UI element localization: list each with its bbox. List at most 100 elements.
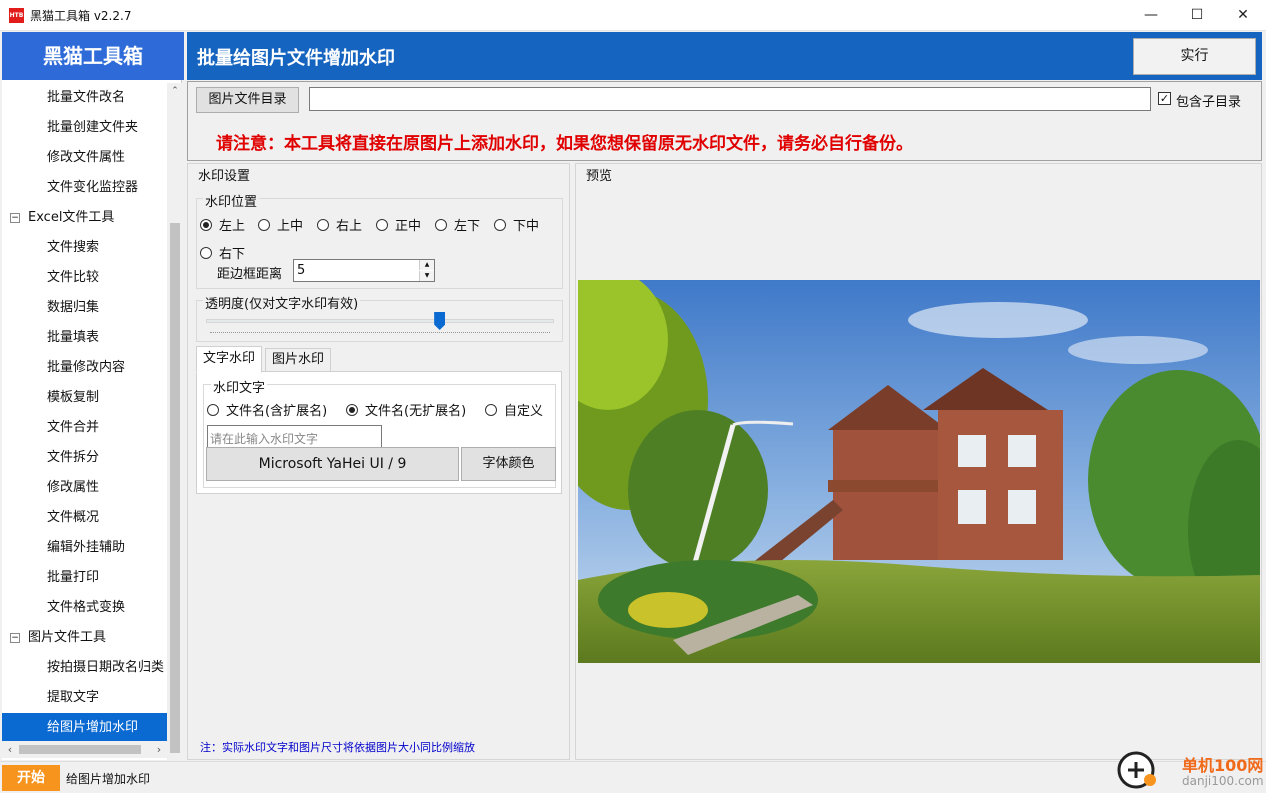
sidebar-item-label: 修改文件属性	[47, 150, 126, 165]
margin-value[interactable]: 5	[297, 263, 305, 278]
opacity-slider-track[interactable]	[206, 319, 554, 323]
radio-dot-icon[interactable]	[200, 219, 212, 231]
tab-image-watermark[interactable]: 图片水印	[265, 348, 332, 372]
opacity-title: 透明度(仅对文字水印有效)	[203, 293, 361, 312]
position-radio[interactable]: 左下	[435, 215, 480, 234]
sidebar-item-label: 文件格式变换	[47, 600, 126, 615]
text-source-label: 文件名(无扩展名)	[365, 404, 467, 419]
position-group-title: 水印位置	[203, 191, 260, 210]
sidebar-item[interactable]: 文件拆分	[2, 443, 167, 473]
spin-up-icon[interactable]: ▲	[419, 260, 434, 270]
radio-dot-icon[interactable]	[485, 404, 497, 416]
sidebar-item-label: 图片文件工具	[28, 630, 107, 645]
radio-dot-icon[interactable]	[435, 219, 447, 231]
sidebar-item[interactable]: 文件概况	[2, 503, 167, 533]
sidebar-item-label: 编辑外挂辅助	[47, 540, 126, 555]
run-button[interactable]: 实行	[1133, 38, 1256, 75]
hscroll-thumb[interactable]	[19, 745, 141, 754]
text-source-label: 自定义	[504, 404, 544, 419]
app-logo-icon: HTB	[9, 8, 24, 23]
radio-dot-icon[interactable]	[494, 219, 506, 231]
sidebar-item-label: 给图片增加水印	[47, 720, 139, 735]
scroll-thumb[interactable]	[170, 223, 180, 753]
scroll-left-icon[interactable]: ‹	[2, 741, 18, 758]
sidebar-item[interactable]: 批量打印	[2, 563, 167, 593]
tool-tree: 批量文件改名 批量创建文件夹修改文件属性 文件变化监控器 − Excel文件工具 文件搜索…	[2, 83, 167, 773]
scaling-note: 注：实际水印文字和图片尺寸将依据图片大小同比例缩放	[200, 741, 475, 754]
radio-dot-icon[interactable]	[346, 404, 358, 416]
sidebar-item-label: 批量填表	[47, 330, 100, 345]
radio-dot-icon[interactable]	[258, 219, 270, 231]
sidebar-item[interactable]: 修改文件属性	[2, 143, 167, 173]
radio-dot-icon[interactable]	[376, 219, 388, 231]
font-color-button[interactable]: 字体颜色	[461, 447, 556, 481]
sidebar-item[interactable]: 文件变化监控器	[2, 173, 167, 203]
directory-path-input[interactable]	[309, 87, 1151, 111]
sidebar-item[interactable]: 修改属性	[2, 473, 167, 503]
sidebar-item[interactable]: 给图片增加水印	[2, 713, 167, 743]
sidebar-item[interactable]: 批量创建文件夹	[2, 113, 167, 143]
position-radio[interactable]: 上中	[258, 215, 303, 234]
sidebar-item-label: 数据归集	[47, 300, 100, 315]
text-source-radio[interactable]: 自定义	[485, 400, 543, 419]
text-source-radio[interactable]: 文件名(无扩展名)	[346, 400, 466, 419]
position-radio[interactable]: 右上	[317, 215, 362, 234]
start-button[interactable]: 开始	[2, 765, 60, 791]
include-subdirs-checkbox[interactable]: ✓	[1158, 92, 1171, 105]
watermark-text-field[interactable]	[208, 426, 381, 448]
position-radio[interactable]: 右下	[200, 243, 245, 262]
sidebar-item[interactable]: 文件比较	[2, 263, 167, 293]
sidebar-item[interactable]: 编辑外挂辅助	[2, 533, 167, 563]
sidebar-item[interactable]: 文件搜索	[2, 233, 167, 263]
position-radio-label: 左上	[219, 219, 246, 234]
position-radio[interactable]: 正中	[376, 215, 421, 234]
sidebar-item[interactable]: 按拍摄日期改名归类	[2, 653, 167, 683]
sidebar-item[interactable]: 批量填表	[2, 323, 167, 353]
sidebar-item-label: 模板复制	[47, 390, 100, 405]
text-source-radio[interactable]: 文件名(含扩展名)	[207, 400, 327, 419]
tree-group[interactable]: − 图片文件工具	[2, 623, 167, 653]
sidebar-item-label: 文件合并	[47, 420, 100, 435]
spin-down-icon[interactable]: ▼	[419, 271, 434, 281]
tree-group[interactable]: − Excel文件工具	[2, 203, 167, 233]
tab-text-watermark[interactable]: 文字水印	[196, 346, 263, 373]
sidebar-item[interactable]: 文件格式变换	[2, 593, 167, 623]
maximize-button[interactable]: ☐	[1174, 0, 1220, 31]
opacity-slider-ticks	[210, 332, 550, 336]
collapse-icon[interactable]: −	[10, 213, 20, 223]
sidebar-item[interactable]: 提取文字	[2, 683, 167, 713]
collapse-icon[interactable]: −	[10, 633, 20, 643]
sidebar-item[interactable]: 批量文件改名	[2, 83, 167, 113]
image-directory-button[interactable]: 图片文件目录	[196, 87, 299, 113]
site-url: danji100.com	[1182, 774, 1264, 788]
sidebar: 黑猫工具箱 批量文件改名 批量创建文件夹修改文件属性 文件变化监控器 − Excel文件…	[2, 32, 184, 773]
radio-dot-icon[interactable]	[200, 247, 212, 259]
radio-dot-icon[interactable]	[317, 219, 329, 231]
close-button[interactable]: ✕	[1220, 0, 1266, 31]
scroll-right-icon[interactable]: ›	[151, 741, 167, 758]
watermark-text-title: 水印文字	[211, 377, 268, 396]
sidebar-item-label: 文件变化监控器	[47, 180, 139, 195]
position-radio-label: 上中	[277, 219, 304, 234]
radio-dot-icon[interactable]	[207, 404, 219, 416]
tree-horizontal-scrollbar[interactable]: ‹ ›	[2, 741, 167, 758]
font-button[interactable]: Microsoft YaHei UI / 9	[206, 447, 459, 481]
scroll-up-icon[interactable]: ⌃	[167, 86, 183, 96]
margin-spinner[interactable]: 5 ▲ ▼	[293, 259, 435, 282]
sidebar-item[interactable]: 批量修改内容	[2, 353, 167, 383]
position-radio[interactable]: 下中	[494, 215, 539, 234]
status-bar: 开始 给图片增加水印	[0, 761, 1266, 793]
settings-title: 水印设置	[196, 165, 253, 184]
minimize-button[interactable]: —	[1128, 0, 1174, 31]
text-watermark-page: 水印文字 文件名(含扩展名) 文件名(无扩展名) 自定义 Microsoft YaH…	[196, 371, 562, 494]
sidebar-item[interactable]: 文件合并	[2, 413, 167, 443]
watermark-settings-panel: 水印设置 水印位置 左上 上中 右上 正中 左下 下中 右下 距边框距离 5 ▲ ▼ 透明度…	[187, 163, 570, 760]
preview-panel: 预览	[575, 163, 1262, 760]
sidebar-brand: 黑猫工具箱	[2, 32, 184, 80]
tree-vertical-scrollbar[interactable]: ⌃ ⌄	[167, 83, 183, 773]
position-radio[interactable]: 左上	[200, 215, 245, 234]
watermark-text-input[interactable]	[207, 425, 382, 449]
sidebar-item[interactable]: 数据归集	[2, 293, 167, 323]
site-watermark: 单机100网 danji100.com	[1116, 740, 1266, 793]
sidebar-item[interactable]: 模板复制	[2, 383, 167, 413]
